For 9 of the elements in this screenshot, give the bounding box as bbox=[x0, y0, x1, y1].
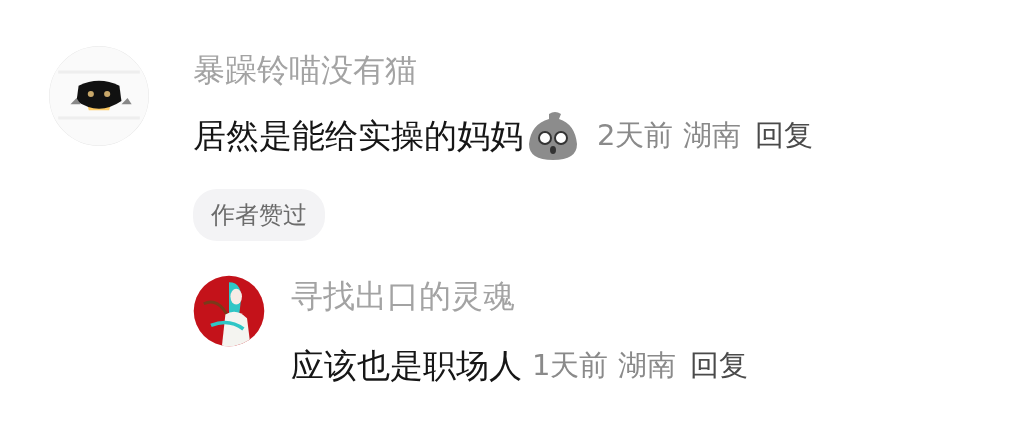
comment-text: 应该也是职场人 bbox=[291, 344, 522, 387]
reply-link[interactable]: 回复 bbox=[755, 116, 814, 156]
comment-time: 2天前 bbox=[597, 117, 674, 154]
comment-time: 1天前 bbox=[532, 347, 609, 384]
author-liked-badge: 作者赞过 bbox=[193, 189, 325, 241]
comment-region: 湖南 bbox=[683, 117, 742, 154]
reply-link[interactable]: 回复 bbox=[690, 346, 749, 386]
comment-region: 湖南 bbox=[618, 347, 677, 384]
comment-text: 居然是能给实操的妈妈 bbox=[193, 114, 523, 157]
